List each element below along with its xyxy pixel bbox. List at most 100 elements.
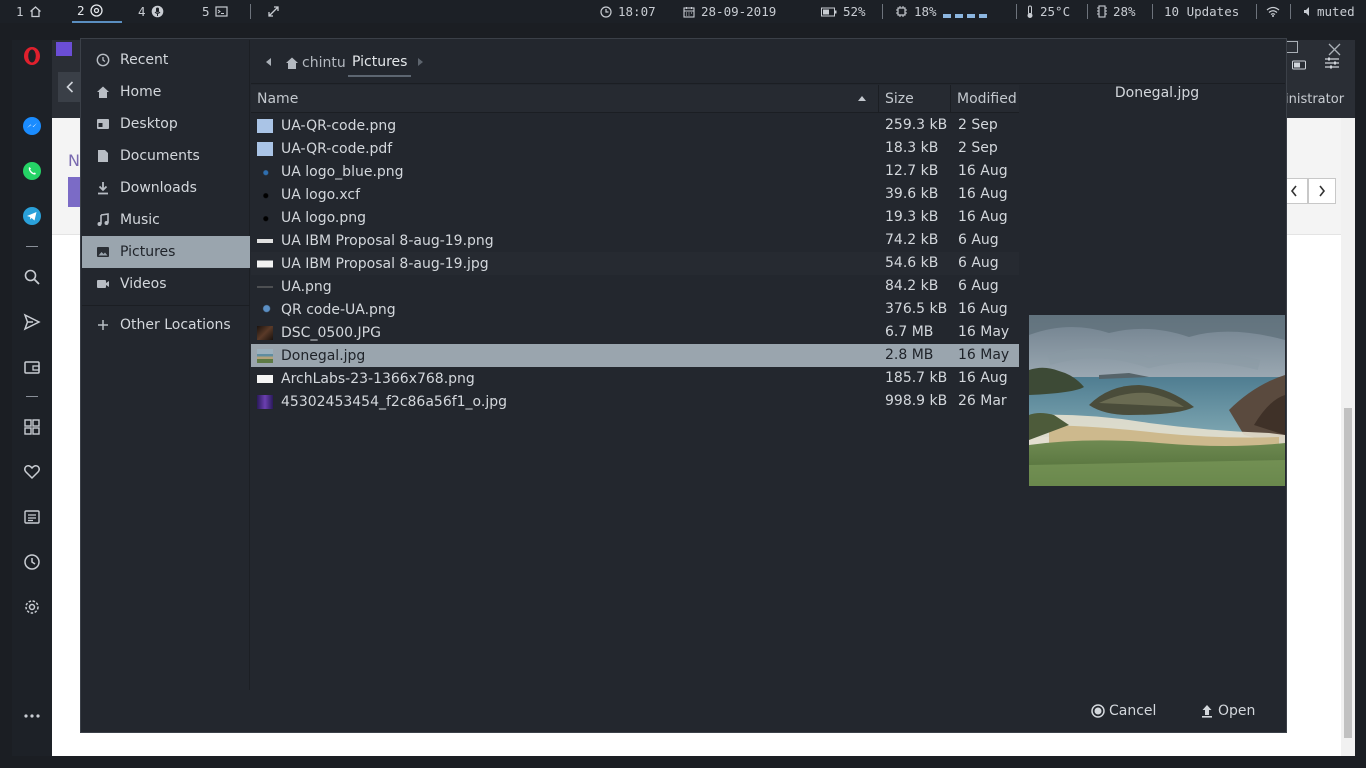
- memory: 28%: [1097, 0, 1136, 23]
- file-thumbnail-icon: [257, 279, 273, 294]
- workspace-4[interactable]: 4: [138, 0, 164, 23]
- page-scrollbar[interactable]: [1341, 118, 1355, 756]
- open-button[interactable]: Open: [1186, 696, 1269, 726]
- file-size: 19.3 kB: [885, 209, 939, 225]
- cpu-icon: [896, 6, 907, 17]
- file-name: UA logo.png: [281, 209, 367, 226]
- place-documents[interactable]: Documents: [82, 140, 250, 172]
- mic-icon: [151, 5, 163, 18]
- path-scroll-right[interactable]: [415, 55, 425, 69]
- place-home[interactable]: Home: [82, 76, 250, 108]
- search-button[interactable]: [22, 267, 42, 287]
- place-downloads[interactable]: Downloads: [82, 172, 250, 204]
- landscape-preview-image: [1029, 315, 1285, 486]
- file-row[interactable]: UA IBM Proposal 8-aug-19.png 74.2 kB 6 A…: [251, 229, 1019, 252]
- file-size: 39.6 kB: [885, 186, 939, 202]
- file-name: UA IBM Proposal 8-aug-19.jpg: [281, 255, 489, 272]
- file-row[interactable]: DSC_0500.JPG 6.7 MB 16 May: [251, 321, 1019, 344]
- clock-icon: [96, 53, 110, 67]
- place-pictures[interactable]: Pictures: [82, 236, 250, 268]
- next-page-button[interactable]: [1308, 178, 1336, 204]
- file-size: 84.2 kB: [885, 278, 939, 294]
- more-button[interactable]: [22, 706, 42, 726]
- file-modified: 6 Aug: [958, 278, 999, 294]
- cancel-icon: [1091, 704, 1105, 718]
- file-row-selected[interactable]: Donegal.jpg 2.8 MB 16 May: [251, 344, 1019, 367]
- workspace-1[interactable]: 1: [16, 0, 42, 23]
- file-row[interactable]: UA.png 84.2 kB 6 Aug: [251, 275, 1019, 298]
- file-name: Donegal.jpg: [281, 347, 366, 364]
- preview-image: [1029, 315, 1285, 486]
- file-row[interactable]: UA-QR-code.pdf 18.3 kB 2 Sep: [251, 137, 1019, 160]
- workspace-5[interactable]: 5: [202, 0, 228, 23]
- file-row[interactable]: UA logo.png 19.3 kB 16 Aug: [251, 206, 1019, 229]
- scrollbar-thumb[interactable]: [1344, 408, 1352, 738]
- settings-button[interactable]: [22, 597, 42, 617]
- place-desktop[interactable]: Desktop: [82, 108, 250, 140]
- file-thumbnail-icon: [257, 371, 273, 386]
- file-row[interactable]: UA logo_blue.png 12.7 kB 16 Aug: [251, 160, 1019, 183]
- file-row[interactable]: UA-QR-code.png 259.3 kB 2 Sep: [251, 114, 1019, 137]
- telegram-button[interactable]: [22, 206, 42, 226]
- column-size-label: Size: [885, 91, 914, 107]
- file-list: UA-QR-code.png 259.3 kB 2 Sep UA-QR-code…: [251, 114, 1019, 690]
- file-thumbnail-icon: [257, 118, 273, 133]
- history-button[interactable]: [22, 552, 42, 572]
- path-scroll-left[interactable]: [263, 55, 273, 69]
- file-name: DSC_0500.JPG: [281, 324, 381, 341]
- back-button[interactable]: [58, 72, 82, 102]
- file-name: UA logo_blue.png: [281, 163, 404, 180]
- speaker-icon: [1304, 7, 1309, 16]
- file-name: UA-QR-code.pdf: [281, 140, 393, 157]
- workspace-2[interactable]: 2: [72, 0, 122, 23]
- file-modified: 26 Mar: [958, 393, 1007, 409]
- messenger-button[interactable]: [22, 116, 42, 136]
- place-other-locations[interactable]: Other Locations: [82, 309, 250, 341]
- column-modified[interactable]: Modified: [951, 85, 1019, 113]
- place-videos[interactable]: Videos: [82, 268, 250, 300]
- cancel-button[interactable]: Cancel: [1077, 696, 1170, 726]
- file-thumbnail-icon: [257, 256, 273, 271]
- battery-saver-icon: [1292, 60, 1306, 70]
- volume-indicator[interactable]: muted: [1303, 0, 1355, 23]
- battery-saver-button[interactable]: [1292, 55, 1308, 74]
- place-music[interactable]: Music: [82, 204, 250, 236]
- path-bar: chintu Pictures: [251, 40, 1285, 84]
- place-recent[interactable]: Recent: [82, 44, 250, 76]
- opera-logo[interactable]: [22, 46, 42, 66]
- volume-text: muted: [1317, 4, 1355, 19]
- close-icon: [1328, 43, 1341, 56]
- send-button[interactable]: [22, 312, 42, 332]
- file-name: UA logo.xcf: [281, 186, 361, 203]
- whatsapp-button[interactable]: [22, 161, 42, 181]
- speed-dial-button[interactable]: [22, 417, 42, 437]
- maximize-icon: [1286, 41, 1298, 53]
- messenger-icon: [23, 117, 41, 135]
- fullscreen-toggle[interactable]: [267, 0, 280, 23]
- file-modified: 6 Aug: [958, 232, 999, 248]
- path-pictures[interactable]: Pictures: [348, 49, 412, 77]
- close-window-button[interactable]: [1328, 41, 1341, 60]
- wifi-indicator[interactable]: [1266, 0, 1280, 23]
- path-home[interactable]: chintu: [285, 49, 346, 77]
- document-icon: [98, 150, 108, 162]
- history-icon: [24, 554, 40, 570]
- file-row[interactable]: QR code-UA.png 376.5 kB 16 Aug: [251, 298, 1019, 321]
- download-icon: [98, 182, 108, 195]
- file-thumbnail-icon: [257, 141, 273, 156]
- column-size[interactable]: Size: [879, 85, 951, 113]
- wallet-button[interactable]: [22, 357, 42, 377]
- place-label: Videos: [120, 276, 167, 292]
- news-button[interactable]: [22, 507, 42, 527]
- file-thumbnail-icon: [257, 325, 273, 340]
- file-size: 185.7 kB: [885, 370, 948, 386]
- file-row[interactable]: UA logo.xcf 39.6 kB 16 Aug: [251, 183, 1019, 206]
- bookmarks-button[interactable]: [22, 462, 42, 482]
- file-row[interactable]: UA IBM Proposal 8-aug-19.jpg 54.6 kB 6 A…: [251, 252, 1019, 275]
- updates-indicator[interactable]: 10 Updates: [1164, 0, 1239, 23]
- maximize-button[interactable]: [1286, 41, 1298, 57]
- file-row[interactable]: ArchLabs-23-1366x768.png 185.7 kB 16 Aug: [251, 367, 1019, 390]
- column-name[interactable]: Name: [251, 85, 879, 113]
- file-row[interactable]: 45302453454_f2c86a56f1_o.jpg 998.9 kB 26…: [251, 390, 1019, 413]
- file-name: ArchLabs-23-1366x768.png: [281, 370, 475, 387]
